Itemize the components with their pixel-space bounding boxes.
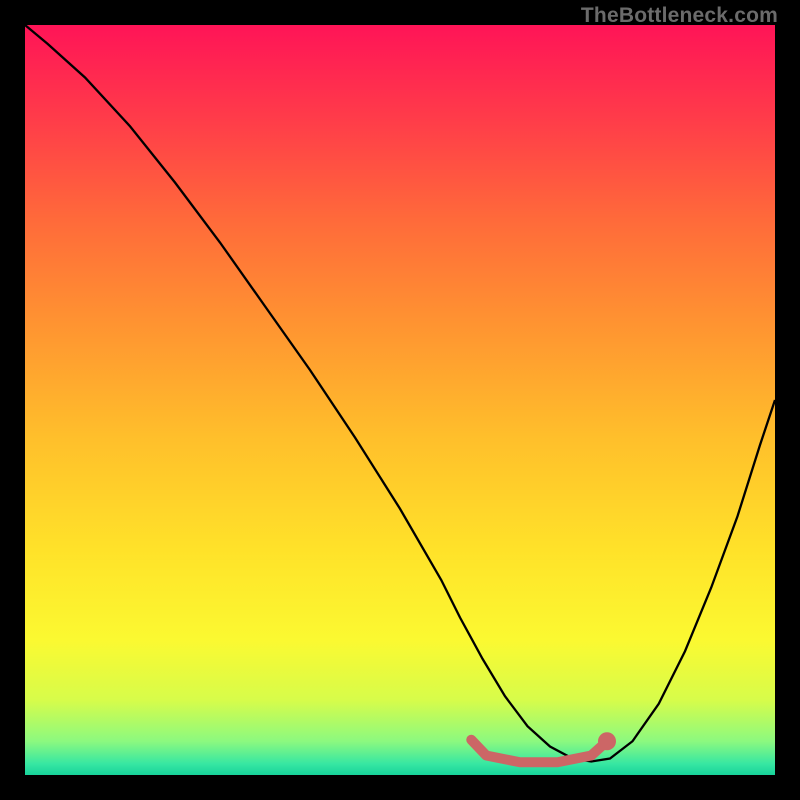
flat-zone-end-dot: [598, 732, 616, 750]
chart-stage: TheBottleneck.com: [0, 0, 800, 800]
markers-layer: [598, 732, 616, 750]
curve-layer: [25, 25, 775, 775]
flat-zone-marker: [471, 740, 606, 763]
watermark-text: TheBottleneck.com: [581, 4, 778, 28]
plot-area: [25, 25, 775, 775]
bottleneck-curve: [25, 25, 775, 762]
